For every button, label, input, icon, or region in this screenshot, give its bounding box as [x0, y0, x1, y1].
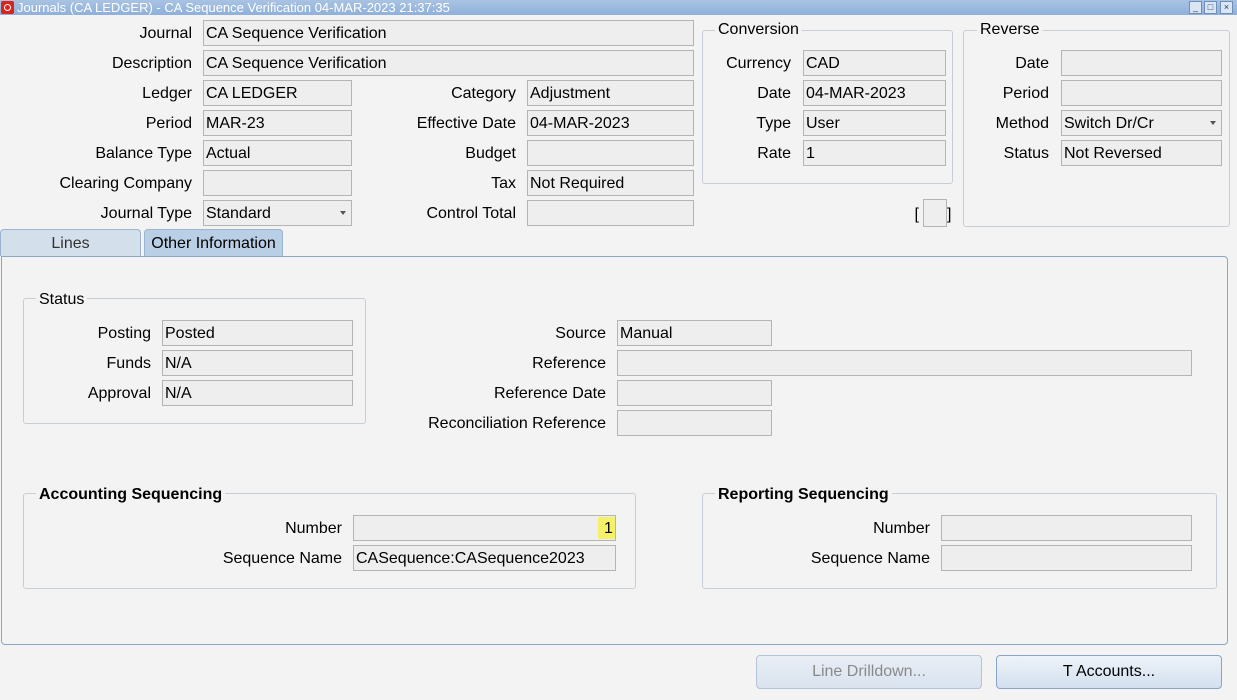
currency-field[interactable]: CAD	[803, 50, 946, 76]
status-group-title: Status	[36, 291, 88, 309]
journal-type-label: Journal Type	[100, 205, 192, 222]
close-icon[interactable]: ×	[1220, 1, 1233, 14]
control-total-label: Control Total	[426, 205, 516, 222]
reverse-period-field[interactable]	[1061, 80, 1222, 106]
reverse-method-select[interactable]: Switch Dr/Cr	[1061, 110, 1222, 136]
accounting-number-field[interactable]: 1	[353, 515, 616, 541]
conversion-title: Conversion	[715, 21, 802, 39]
conversion-type-label: Type	[756, 115, 791, 132]
descriptive-flexfield[interactable]	[923, 199, 947, 227]
window-title-bar: Journals (CA LEDGER) - CA Sequence Verif…	[0, 0, 1237, 15]
funds-label: Funds	[106, 355, 151, 372]
flexfield-close-bracket: ]	[947, 206, 952, 223]
posting-field[interactable]: Posted	[162, 320, 353, 346]
tab-other-information[interactable]: Other Information	[144, 229, 283, 256]
tax-field[interactable]: Not Required	[527, 170, 694, 196]
reverse-period-label: Period	[1002, 85, 1049, 102]
budget-label: Budget	[465, 145, 516, 162]
conversion-date-field[interactable]: 04-MAR-2023	[803, 80, 946, 106]
accounting-number-label: Number	[285, 520, 342, 537]
approval-label: Approval	[87, 385, 151, 402]
journal-type-value: Standard	[206, 205, 271, 222]
rate-field[interactable]: 1	[803, 140, 946, 166]
journal-field[interactable]: CA Sequence Verification	[203, 20, 694, 46]
effective-date-field[interactable]: 04-MAR-2023	[527, 110, 694, 136]
source-label: Source	[555, 325, 606, 342]
effective-date-label: Effective Date	[416, 115, 516, 132]
reporting-sequence-name-label: Sequence Name	[810, 550, 930, 567]
description-label: Description	[111, 55, 192, 72]
reference-label: Reference	[532, 355, 606, 372]
reconciliation-reference-field[interactable]	[617, 410, 772, 436]
reconciliation-reference-label: Reconciliation Reference	[428, 415, 606, 432]
tab-lines[interactable]: Lines	[0, 229, 141, 256]
line-drilldown-button[interactable]: Line Drilldown...	[756, 655, 982, 689]
balance-type-label: Balance Type	[95, 145, 192, 162]
reference-date-field[interactable]	[617, 380, 772, 406]
category-field[interactable]: Adjustment	[527, 80, 694, 106]
reporting-sequence-name-field[interactable]	[941, 545, 1192, 571]
reporting-number-field[interactable]	[941, 515, 1192, 541]
maximize-icon[interactable]: □	[1204, 1, 1217, 14]
clearing-company-field[interactable]	[203, 170, 352, 196]
ledger-field[interactable]: CA LEDGER	[203, 80, 352, 106]
currency-label: Currency	[726, 55, 791, 72]
rate-label: Rate	[757, 145, 791, 162]
window-title: Journals (CA LEDGER) - CA Sequence Verif…	[17, 0, 450, 15]
oracle-icon	[1, 1, 14, 14]
journal-type-select[interactable]: Standard	[203, 200, 352, 226]
accounting-sequence-name-label: Sequence Name	[222, 550, 342, 567]
source-field[interactable]: Manual	[617, 320, 772, 346]
reverse-status-label: Status	[1003, 145, 1049, 162]
journal-label: Journal	[139, 25, 192, 42]
posting-label: Posting	[97, 325, 151, 342]
reverse-method-value: Switch Dr/Cr	[1064, 115, 1154, 132]
reverse-method-label: Method	[995, 115, 1049, 132]
accounting-number-value: 1	[604, 520, 613, 537]
period-field[interactable]: MAR-23	[203, 110, 352, 136]
approval-field[interactable]: N/A	[162, 380, 353, 406]
t-accounts-button[interactable]: T Accounts...	[996, 655, 1222, 689]
reference-field[interactable]	[617, 350, 1192, 376]
period-label: Period	[145, 115, 192, 132]
category-label: Category	[451, 85, 516, 102]
reverse-status-field[interactable]: Not Reversed	[1061, 140, 1222, 166]
accounting-sequencing-title: Accounting Sequencing	[36, 486, 226, 504]
conversion-date-label: Date	[757, 85, 791, 102]
budget-field[interactable]	[527, 140, 694, 166]
reverse-date-field[interactable]	[1061, 50, 1222, 76]
funds-field[interactable]: N/A	[162, 350, 353, 376]
accounting-sequence-name-field[interactable]: CASequence:CASequence2023	[353, 545, 616, 571]
reverse-date-label: Date	[1015, 55, 1049, 72]
dropdown-arrow-icon[interactable]	[340, 211, 346, 215]
minimize-icon[interactable]: _	[1189, 1, 1202, 14]
dropdown-arrow-icon[interactable]	[1210, 121, 1216, 125]
reporting-number-label: Number	[873, 520, 930, 537]
description-field[interactable]: CA Sequence Verification	[203, 50, 694, 76]
reporting-sequencing-title: Reporting Sequencing	[715, 486, 892, 504]
ledger-label: Ledger	[142, 85, 192, 102]
tax-label: Tax	[491, 175, 516, 192]
control-total-field[interactable]	[527, 200, 694, 226]
flexfield-open-bracket: [	[914, 206, 919, 223]
balance-type-field[interactable]: Actual	[203, 140, 352, 166]
clearing-company-label: Clearing Company	[59, 175, 192, 192]
reverse-title: Reverse	[977, 21, 1043, 39]
reference-date-label: Reference Date	[493, 385, 606, 402]
conversion-type-field[interactable]: User	[803, 110, 946, 136]
